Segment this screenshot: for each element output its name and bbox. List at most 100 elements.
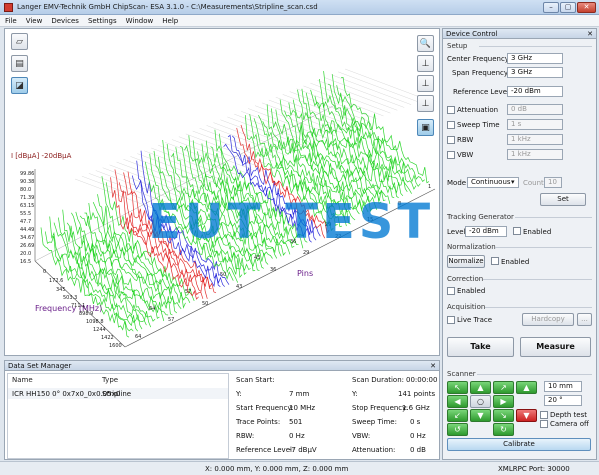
sweep-time-checkbox[interactable]: [447, 121, 455, 129]
pin-tick: 64: [135, 334, 142, 340]
count-label: Count: [523, 179, 544, 187]
close-button[interactable]: ✕: [577, 2, 596, 13]
move-up-left-icon[interactable]: ↖: [447, 381, 468, 394]
info-value: 141 points: [398, 390, 436, 398]
correction-enabled-checkbox[interactable]: [447, 287, 455, 295]
view-2d-icon[interactable]: ▱: [11, 33, 28, 50]
xmlrpc-port: XMLRPC Port: 30000: [498, 465, 570, 473]
minimize-button[interactable]: –: [543, 2, 559, 13]
menu-window[interactable]: Window: [121, 15, 158, 25]
depth-test-checkbox[interactable]: [540, 411, 548, 419]
tracking-level-field[interactable]: -20 dBm: [465, 226, 507, 237]
menu-view[interactable]: View: [21, 15, 47, 25]
chevron-down-icon[interactable]: ▾: [511, 178, 515, 186]
info-label: Scan Duration:: [352, 376, 405, 384]
axis-x-icon[interactable]: ⊥: [417, 55, 434, 72]
axis-y-icon[interactable]: ⊥: [417, 75, 434, 92]
background-trace: [248, 108, 329, 139]
info-label: Reference Level:: [236, 446, 295, 454]
dsm-title: Data Set Manager: [8, 362, 72, 370]
pins-axis-title: Pins: [297, 269, 314, 278]
attenuation-field[interactable]: 0 dB: [507, 104, 563, 115]
depth-test-label: Depth test: [550, 411, 587, 419]
pin-tick: 57: [168, 317, 175, 323]
menu-file[interactable]: File: [0, 15, 21, 25]
divider: [477, 374, 592, 375]
move-up-icon[interactable]: ▲: [470, 381, 491, 394]
close-icon[interactable]: ✕: [587, 29, 593, 39]
attenuation-checkbox[interactable]: [447, 106, 455, 114]
calibrate-button[interactable]: Calibrate: [447, 438, 591, 451]
info-value: 7 mm: [289, 390, 310, 398]
menu-help[interactable]: Help: [157, 15, 182, 25]
background-trace: [213, 122, 294, 153]
move-down-icon[interactable]: ▼: [470, 409, 491, 422]
move-up-right-icon[interactable]: ↗: [493, 381, 514, 394]
view-3d-icon[interactable]: ◪: [11, 77, 28, 94]
normalization-enabled-checkbox[interactable]: [491, 257, 499, 265]
measure-button[interactable]: Measure: [520, 337, 591, 357]
vbw-checkbox[interactable]: [447, 151, 455, 159]
reference-level-field[interactable]: -20 dBm: [507, 86, 563, 97]
tracking-enabled-checkbox[interactable]: [513, 227, 521, 235]
sweep-time-field[interactable]: 1 s: [507, 119, 563, 130]
rotate-left-icon[interactable]: ↺: [447, 423, 468, 436]
live-trace-checkbox[interactable]: [447, 316, 455, 324]
rotate-right-icon[interactable]: ↻: [493, 423, 514, 436]
z-down-icon[interactable]: ▼: [516, 409, 537, 422]
data-set-manager: Data Set Manager ✕ Name Type ICR HH150 0…: [4, 360, 440, 460]
freq-tick: 172.6: [49, 278, 64, 284]
hardcopy-options-button[interactable]: ...: [577, 313, 592, 326]
hardcopy-button[interactable]: Hardcopy: [522, 313, 574, 326]
level-tick: 63.15: [20, 203, 35, 209]
info-value: 0 Hz: [289, 432, 305, 440]
acquisition-section-label: Acquisition: [447, 303, 486, 311]
table-row[interactable]: ICR HH150 0° 0x7x0_0x0.05x0 Stripline: [8, 388, 228, 399]
camera-icon[interactable]: ▣: [417, 119, 434, 136]
info-label: Trace Points:: [236, 418, 281, 426]
rbw-field[interactable]: 1 kHz: [507, 134, 563, 145]
count-field[interactable]: 10: [544, 177, 562, 188]
vbw-label: VBW: [457, 151, 474, 159]
tracking-section-label: Tracking Generator: [447, 213, 514, 221]
set-button[interactable]: Set: [540, 193, 586, 206]
z-up-icon[interactable]: ▲: [516, 381, 537, 394]
info-label: Attenuation:: [352, 446, 396, 454]
divider: [483, 279, 592, 280]
view-layers-icon[interactable]: ▤: [11, 55, 28, 72]
zoom-icon[interactable]: 🔍: [417, 35, 434, 52]
step-distance-field[interactable]: 10 mm: [544, 381, 582, 392]
center-frequency-field[interactable]: 3 GHz: [507, 53, 563, 64]
scanner-section-label: Scanner: [447, 370, 476, 378]
move-right-icon[interactable]: ▶: [493, 395, 514, 408]
info-value: 00:00:00: [406, 376, 438, 384]
pin-tick: 50: [202, 301, 209, 307]
dataset-type: Stripline: [102, 390, 132, 398]
rbw-checkbox[interactable]: [447, 136, 455, 144]
freq-tick: 0: [43, 269, 47, 275]
step-angle-field[interactable]: 20 °: [544, 395, 582, 406]
sweep-time-label: Sweep Time: [457, 121, 500, 129]
move-left-icon[interactable]: ◀: [447, 395, 468, 408]
correction-enabled-label: Enabled: [457, 287, 486, 295]
menu-settings[interactable]: Settings: [83, 15, 121, 25]
camera-off-checkbox[interactable]: [540, 420, 548, 428]
menu-devices[interactable]: Devices: [46, 15, 83, 25]
home-icon[interactable]: ○: [470, 395, 491, 408]
span-frequency-field[interactable]: 3 GHz: [507, 67, 563, 78]
vbw-field[interactable]: 1 kHz: [507, 149, 563, 160]
normalization-enabled-label: Enabled: [501, 258, 530, 266]
plot-area[interactable]: ▱ ▤ ◪ 🔍 ⊥ ⊥ ⊥ ▣ I [dBµA] -20dBµA Frequen…: [4, 28, 440, 356]
pin-tick: 36: [270, 267, 277, 273]
normalization-section-label: Normalization: [447, 243, 496, 251]
take-button[interactable]: Take: [447, 337, 514, 357]
close-icon[interactable]: ✕: [430, 361, 436, 371]
move-down-left-icon[interactable]: ↙: [447, 409, 468, 422]
info-value: 501: [289, 418, 303, 426]
reference-level-label: Reference Level: [453, 88, 509, 96]
normalize-button[interactable]: Normalize: [447, 255, 485, 268]
move-down-right-icon[interactable]: ↘: [493, 409, 514, 422]
axis-z-icon[interactable]: ⊥: [417, 95, 434, 112]
maximize-button[interactable]: ▢: [560, 2, 576, 13]
correction-section-label: Correction: [447, 275, 484, 283]
